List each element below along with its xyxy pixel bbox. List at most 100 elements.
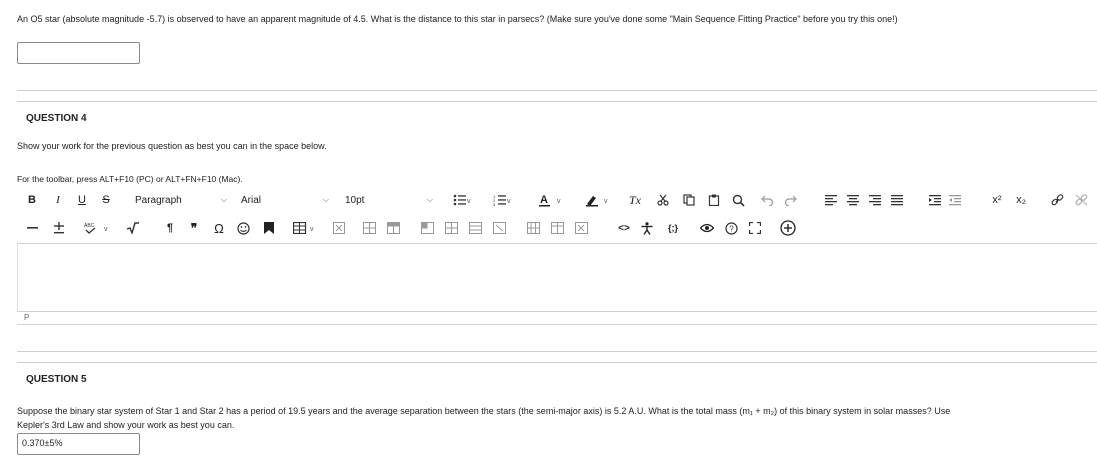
question-4-heading: QUESTION 4 [26,113,87,124]
highlight-color-button[interactable]: v [582,192,616,208]
svg-text:?: ? [729,224,734,233]
pilcrow-button[interactable]: ¶ [163,220,177,236]
table-grid-icon [526,222,540,234]
indent-icon [929,194,941,205]
bullet-list-icon: v [453,194,471,206]
paste-button[interactable] [706,192,722,208]
eye-icon [700,223,714,233]
bullet-list-button[interactable]: v [449,192,475,208]
unlink-button[interactable] [1073,192,1089,208]
superscript-button[interactable]: x² [987,192,1007,208]
undo-icon [760,195,773,206]
paragraph-format-select[interactable]: Paragraph ⌵ [135,192,227,208]
align-center-button[interactable] [845,192,861,208]
redo-icon [784,195,797,206]
blockquote-button[interactable]: ❞ [187,220,201,236]
clear-formatting-button[interactable]: Tx [626,192,644,208]
square-root-icon [127,222,139,234]
fullscreen-button[interactable] [747,220,763,236]
table-icon: v [293,222,314,234]
outdent-button[interactable] [947,192,963,208]
font-family-select[interactable]: Arial ⌵ [241,192,329,208]
indent-button[interactable] [927,192,943,208]
plus-minus-icon [54,222,64,234]
equation-button[interactable] [125,220,141,236]
insert-link-button[interactable] [1049,192,1065,208]
copy-button[interactable] [681,192,697,208]
underline-button[interactable]: U [75,192,89,208]
italic-button[interactable]: I [51,192,65,208]
add-content-button[interactable] [779,219,797,237]
paragraph-format-label: Paragraph [135,194,182,206]
text-color-button[interactable]: Av [535,192,569,208]
strikethrough-button[interactable]: S [99,192,113,208]
table-delete-icon [333,222,345,234]
numbered-list-button[interactable]: 123v [489,192,515,208]
accessibility-button[interactable] [639,220,655,236]
svg-text:v: v [507,198,511,205]
clipboard-icon [708,194,720,206]
align-center-icon [847,194,859,205]
editor-toolbar: B I U S Paragraph ⌵ Arial ⌵ 10pt ⌵ v 123… [17,186,1097,243]
table-grid-icon [444,222,458,234]
table-row-before-button[interactable] [361,220,377,236]
rich-text-editor-body[interactable] [17,243,1097,311]
svg-text:v: v [467,198,471,205]
font-size-select[interactable]: 10pt ⌵ [345,192,433,208]
redo-button[interactable] [782,192,798,208]
find-button[interactable] [730,192,746,208]
table-merge-button[interactable] [525,220,541,236]
table-grid-icon [362,222,376,234]
text-color-icon: Av [539,194,561,207]
table-grid-icon [492,222,506,234]
svg-text:v: v [104,226,108,233]
special-character-button[interactable]: Ω [212,220,226,236]
undo-button[interactable] [759,192,775,208]
toolbar-hint: For the toolbar, press ALT+F10 (PC) or A… [17,174,243,184]
chevron-down-icon: ⌵ [220,195,227,204]
question-5-heading: QUESTION 5 [26,374,87,385]
subscript-button[interactable]: x₂ [1011,192,1031,208]
insert-math-button[interactable] [51,220,67,236]
source-code-button[interactable]: <> [615,220,633,236]
justify-button[interactable] [889,192,905,208]
table-row-after-button[interactable] [385,220,401,236]
accessibility-icon [641,221,653,235]
chevron-down-icon: ⌵ [426,195,433,204]
table-grid-icon [550,222,564,234]
svg-text:v: v [604,198,608,205]
insert-table-button[interactable]: v [291,220,321,236]
table-col-before-button[interactable] [443,220,459,236]
help-icon: ? [724,221,738,235]
question-3-answer-input[interactable] [17,42,140,64]
spellcheck-icon: ABC v [84,223,108,234]
unlink-icon [1074,194,1087,206]
question-5-answer-input[interactable]: 0.370±5% [17,433,140,455]
table-split-button[interactable] [549,220,565,236]
bookmark-button[interactable] [261,220,277,236]
bold-button[interactable]: B [25,192,39,208]
cut-button[interactable] [655,192,671,208]
search-icon [732,194,745,207]
delete-table-button[interactable] [331,220,347,236]
smiley-icon [236,221,250,235]
chevron-down-icon: ⌵ [322,195,329,204]
table-col-after-button[interactable] [467,220,483,236]
help-button[interactable]: ? [723,220,739,236]
copy-icon [683,194,695,206]
element-path[interactable]: P [24,313,29,322]
preview-button[interactable] [699,220,715,236]
align-left-button[interactable] [823,192,839,208]
table-cell-props-button[interactable] [419,220,435,236]
emoji-button[interactable] [235,220,251,236]
table-grid-icon [574,222,588,234]
plus-circle-icon [780,220,796,236]
align-right-button[interactable] [867,192,883,208]
table-delete-row-button[interactable] [491,220,507,236]
horizontal-line-button[interactable] [25,220,39,236]
svg-text:v: v [557,198,561,205]
highlighter-icon: v [586,196,608,207]
code-sample-button[interactable]: {;} [663,220,683,236]
table-delete-col-button[interactable] [573,220,589,236]
spellcheck-button[interactable]: ABC v [83,220,113,236]
